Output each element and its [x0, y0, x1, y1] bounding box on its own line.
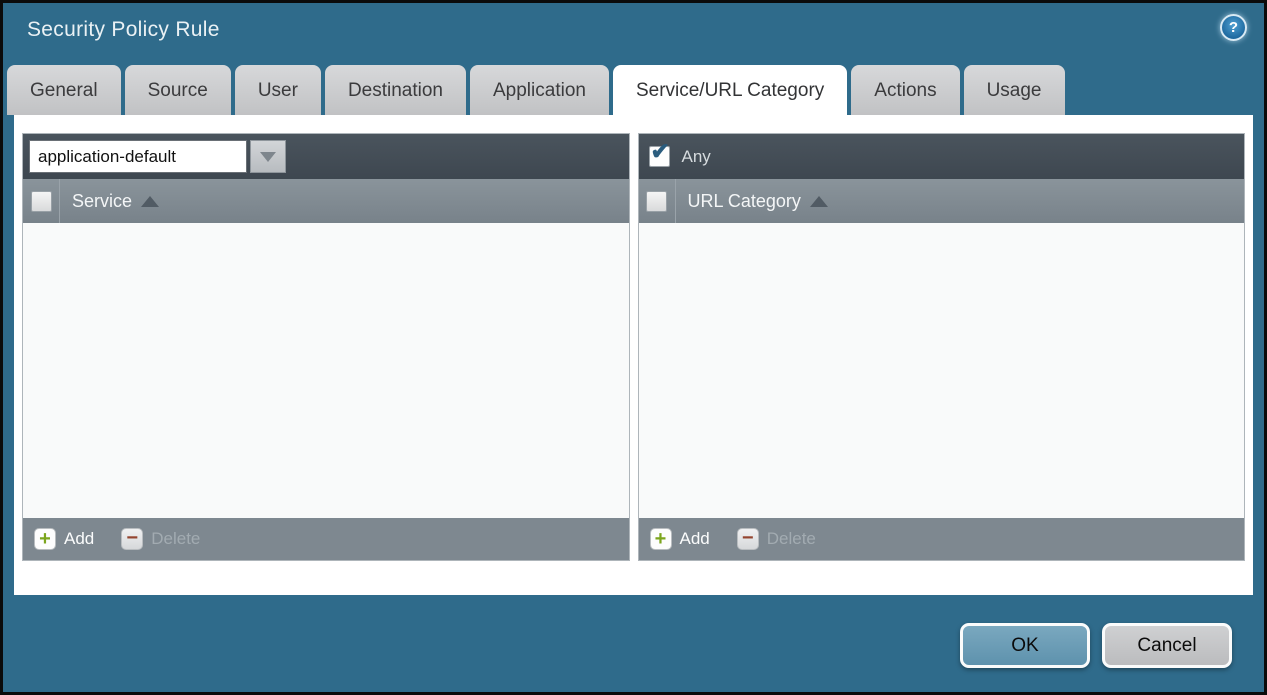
tab-content: Service + Add − Delete ✔ Any — [14, 115, 1253, 595]
url-category-column-label[interactable]: URL Category — [688, 191, 801, 212]
ok-button[interactable]: OK — [960, 623, 1090, 668]
any-label: Any — [682, 147, 711, 167]
url-category-toolbar: ✔ Any — [639, 134, 1245, 179]
service-type-dropdown-button[interactable] — [250, 140, 286, 173]
url-category-delete-button[interactable]: − Delete — [737, 528, 816, 550]
tab-destination[interactable]: Destination — [325, 65, 466, 115]
titlebar: Security Policy Rule ? — [3, 3, 1264, 65]
tab-user[interactable]: User — [235, 65, 321, 115]
minus-icon: − — [121, 528, 143, 550]
url-category-add-button[interactable]: + Add — [650, 528, 710, 550]
url-category-select-all-cell — [639, 179, 676, 223]
service-column-header: Service — [23, 179, 629, 223]
url-category-column-header: URL Category — [639, 179, 1245, 223]
add-button-label: Add — [64, 529, 94, 549]
url-category-select-all-checkbox[interactable] — [646, 191, 667, 212]
url-category-panel: ✔ Any URL Category + Add − Delete — [638, 133, 1246, 561]
delete-button-label: Delete — [151, 529, 200, 549]
sort-ascending-icon[interactable] — [810, 196, 828, 207]
add-button-label: Add — [680, 529, 710, 549]
service-select-all-cell — [23, 179, 60, 223]
service-list-body[interactable] — [23, 223, 629, 518]
tab-usage[interactable]: Usage — [964, 65, 1065, 115]
checkmark-icon: ✔ — [651, 140, 670, 163]
tab-service-url-category[interactable]: Service/URL Category — [613, 65, 847, 115]
service-toolbar — [23, 134, 629, 179]
service-panel: Service + Add − Delete — [22, 133, 630, 561]
service-select-all-checkbox[interactable] — [31, 191, 52, 212]
service-column-label[interactable]: Service — [72, 191, 132, 212]
security-policy-rule-dialog: Security Policy Rule ? General Source Us… — [0, 0, 1267, 695]
plus-icon: + — [34, 528, 56, 550]
tab-application[interactable]: Application — [470, 65, 609, 115]
url-category-list-body[interactable] — [639, 223, 1245, 518]
chevron-down-icon — [260, 152, 276, 162]
tab-bar: General Source User Destination Applicat… — [3, 65, 1264, 115]
tab-source[interactable]: Source — [125, 65, 231, 115]
minus-icon: − — [737, 528, 759, 550]
service-footer: + Add − Delete — [23, 518, 629, 560]
url-category-footer: + Add − Delete — [639, 518, 1245, 560]
sort-ascending-icon[interactable] — [141, 196, 159, 207]
service-add-button[interactable]: + Add — [34, 528, 94, 550]
help-icon[interactable]: ? — [1220, 14, 1247, 41]
service-type-dropdown-input[interactable] — [29, 140, 247, 173]
dialog-title: Security Policy Rule — [27, 18, 220, 42]
dialog-buttons: OK Cancel — [960, 623, 1232, 668]
plus-icon: + — [650, 528, 672, 550]
tab-actions[interactable]: Actions — [851, 65, 959, 115]
service-delete-button[interactable]: − Delete — [121, 528, 200, 550]
tab-general[interactable]: General — [7, 65, 121, 115]
delete-button-label: Delete — [767, 529, 816, 549]
any-checkbox[interactable]: ✔ — [649, 146, 670, 167]
cancel-button[interactable]: Cancel — [1102, 623, 1232, 668]
